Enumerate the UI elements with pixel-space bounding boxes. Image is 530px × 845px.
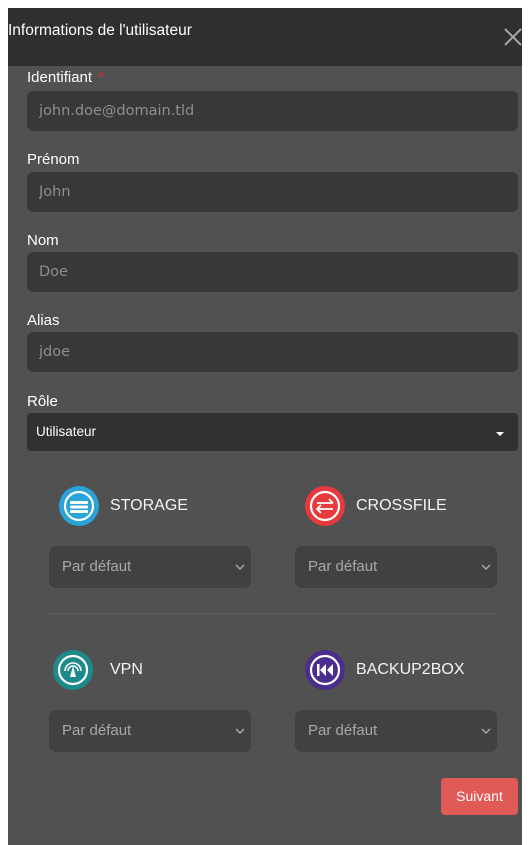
backup2box-label: BACKUP2BOX [356,661,465,678]
close-icon[interactable] [500,24,522,50]
vpn-label: VPN [110,661,143,678]
storage-icon [59,486,99,526]
prenom-input[interactable] [27,172,518,212]
crossfile-label: CROSSFILE [356,497,447,514]
role-select[interactable]: Utilisateur [27,413,518,451]
prenom-label: Prénom [27,151,80,168]
alias-label: Alias [27,312,60,329]
crossfile-icon [305,486,345,526]
chevron-down-icon [481,564,491,571]
identifiant-input[interactable] [27,91,518,131]
role-label: Rôle [27,393,58,410]
vpn-select-value: Par défaut [62,722,132,739]
chevron-down-icon [235,564,245,571]
required-mark: * [98,69,104,86]
caret-down-icon [496,432,504,436]
vpn-select[interactable]: Par défaut [49,710,251,752]
crossfile-select[interactable]: Par défaut [295,546,497,588]
nom-input[interactable] [27,252,518,292]
identifiant-label: Identifiant * [27,69,104,86]
storage-select-value: Par défaut [62,558,132,575]
chevron-down-icon [235,728,245,735]
alias-input[interactable] [27,332,518,372]
crossfile-select-value: Par défaut [308,558,378,575]
backup2box-icon [305,650,345,690]
dialog-header: Informations de l'utilisateur [8,8,522,66]
storage-label: STORAGE [110,497,188,514]
dialog-title: Informations de l'utilisateur [8,22,192,39]
user-info-dialog: Informations de l'utilisateur Identifian… [8,8,522,845]
vpn-icon [53,650,93,690]
backup2box-select[interactable]: Par défaut [295,710,497,752]
next-button[interactable]: Suivant [441,778,518,815]
identifiant-label-text: Identifiant [27,69,93,86]
divider [50,613,496,614]
storage-select[interactable]: Par défaut [49,546,251,588]
chevron-down-icon [481,728,491,735]
nom-label: Nom [27,232,59,249]
role-select-value: Utilisateur [36,424,97,439]
backup2box-select-value: Par défaut [308,722,378,739]
